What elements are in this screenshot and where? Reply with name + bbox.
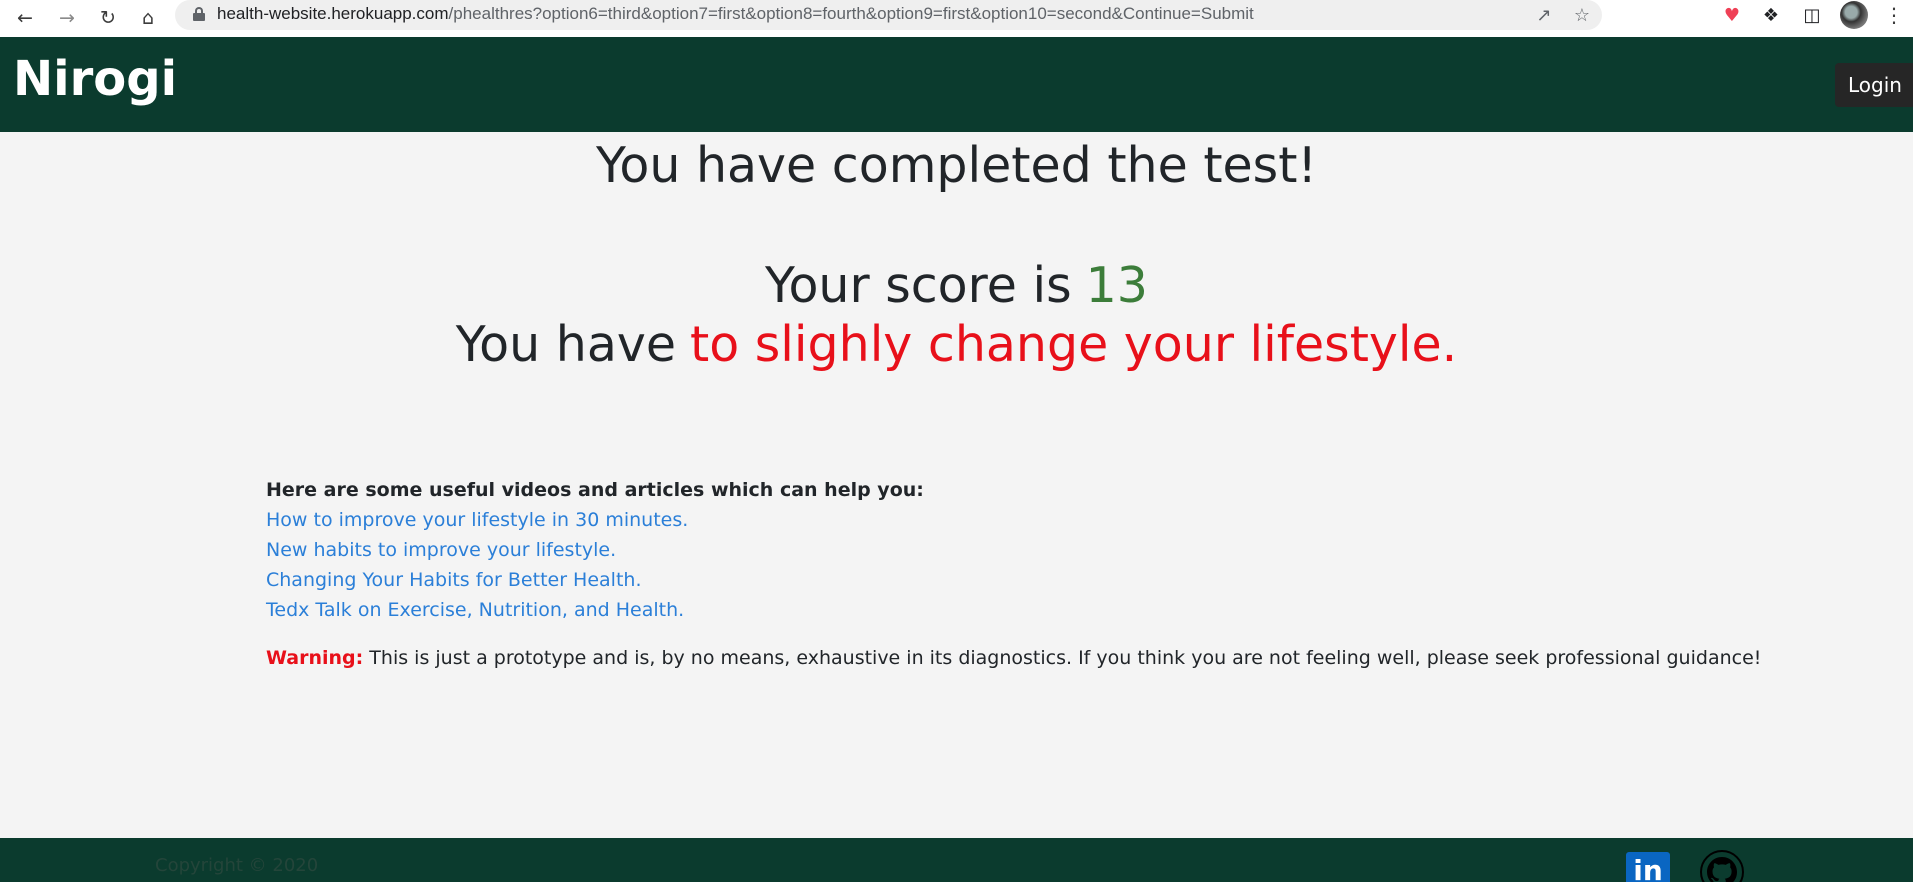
resources-heading: Here are some useful videos and articles… bbox=[266, 479, 924, 501]
resource-link[interactable]: New habits to improve your lifestyle. bbox=[266, 535, 1666, 565]
share-icon[interactable]: ↗ bbox=[1530, 1, 1558, 29]
linkedin-icon-label: in bbox=[1633, 854, 1663, 882]
resource-link[interactable]: Tedx Talk on Exercise, Nutrition, and He… bbox=[266, 595, 1666, 625]
github-octocat-icon bbox=[1707, 857, 1737, 882]
score-value: 13 bbox=[1085, 257, 1148, 314]
resource-link[interactable]: Changing Your Habits for Better Health. bbox=[266, 565, 1666, 595]
linkedin-icon[interactable]: in bbox=[1626, 852, 1670, 882]
forward-arrow-icon[interactable]: → bbox=[52, 3, 82, 33]
puzzle-icon[interactable]: ❖ bbox=[1757, 1, 1785, 29]
url-text[interactable]: health-website.herokuapp.com/phealthres?… bbox=[217, 4, 1254, 24]
avatar[interactable] bbox=[1840, 1, 1868, 29]
browser-toolbar: ← → ↻ ⌂ health-website.herokuapp.com/phe… bbox=[0, 0, 1913, 37]
url-path: /phealthres?option6=third&option7=first&… bbox=[448, 4, 1254, 23]
url-host: health-website.herokuapp.com bbox=[217, 4, 449, 23]
brand-logo[interactable]: Nirogi bbox=[13, 51, 177, 107]
site-footer: Copyright © 2020 in bbox=[0, 838, 1913, 882]
sidebar-icon[interactable]: ◫ bbox=[1798, 1, 1826, 29]
home-icon[interactable]: ⌂ bbox=[133, 3, 163, 33]
verdict-value: to slighly change your lifestyle. bbox=[690, 316, 1458, 373]
pocket-icon[interactable]: ♥ bbox=[1718, 1, 1746, 29]
address-bar[interactable]: health-website.herokuapp.com/phealthres?… bbox=[175, 0, 1602, 30]
resource-link[interactable]: How to improve your lifestyle in 30 minu… bbox=[266, 505, 1666, 535]
score-label: Your score is bbox=[765, 257, 1072, 314]
page-title: You have completed the test! bbox=[595, 137, 1318, 194]
github-icon[interactable] bbox=[1700, 850, 1744, 882]
warning-label: Warning: bbox=[266, 647, 364, 669]
back-arrow-icon[interactable]: ← bbox=[10, 3, 40, 33]
star-icon[interactable]: ☆ bbox=[1568, 1, 1596, 29]
site-navbar: Nirogi Login bbox=[0, 37, 1913, 132]
warning-text: This is just a prototype and is, by no m… bbox=[369, 647, 1762, 669]
score-line: Your score is 13 bbox=[0, 257, 1913, 314]
reload-icon[interactable]: ↻ bbox=[93, 3, 123, 33]
lock-icon[interactable] bbox=[193, 7, 205, 21]
warning-notice: Warning: This is just a prototype and is… bbox=[266, 643, 1866, 673]
copyright-text: Copyright © 2020 bbox=[155, 855, 319, 876]
verdict-line: You have to slighly change your lifestyle… bbox=[0, 316, 1913, 373]
resources-section: Here are some useful videos and articles… bbox=[266, 475, 1666, 625]
kebab-menu-icon[interactable]: ⋮ bbox=[1880, 1, 1908, 29]
verdict-label: You have bbox=[455, 316, 677, 373]
login-button[interactable]: Login bbox=[1835, 63, 1913, 107]
